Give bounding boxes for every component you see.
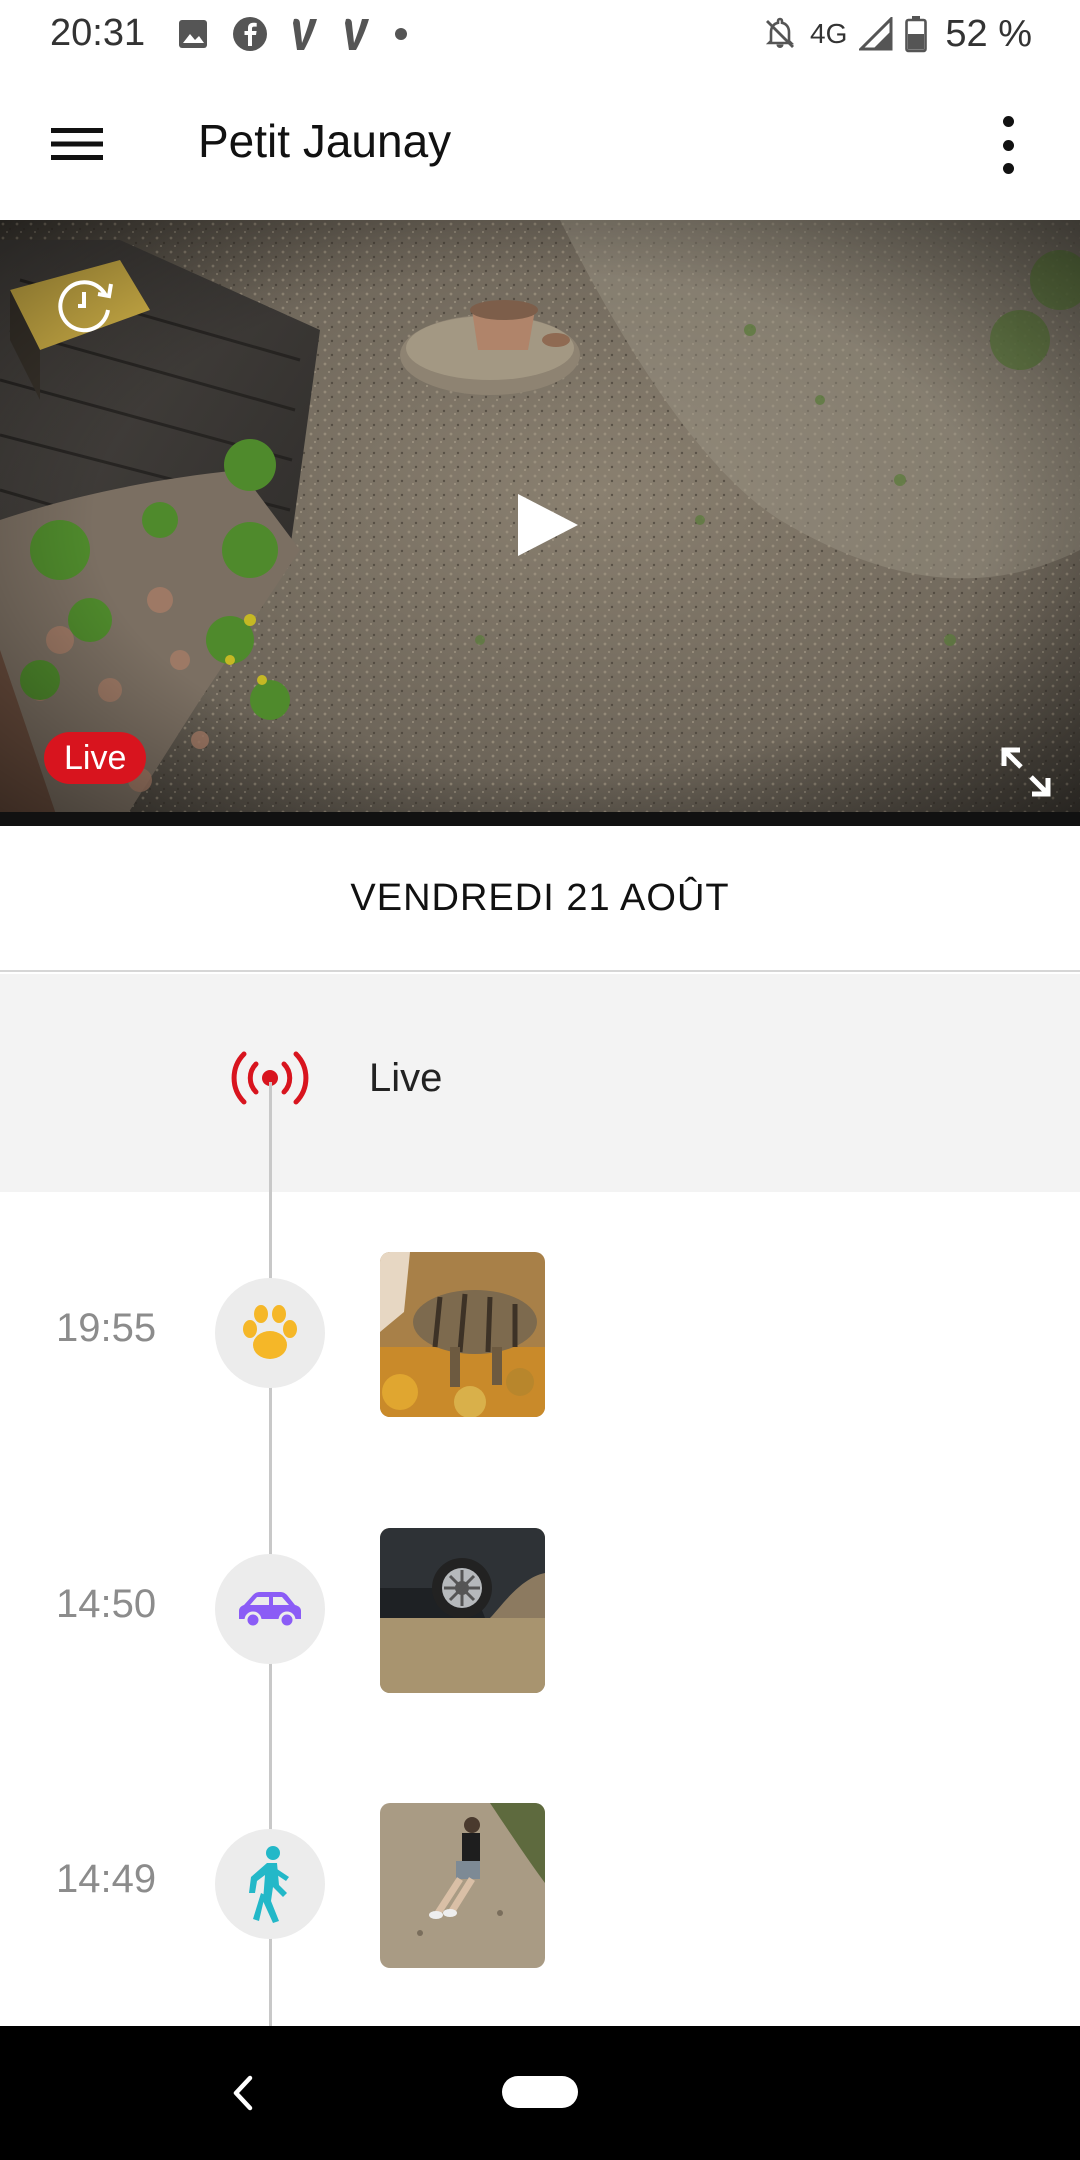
battery-icon: [905, 16, 928, 53]
event-timeline: Live 19:55 14:50 14:49: [0, 974, 1080, 2026]
image-icon: [179, 20, 207, 48]
battery-percent: 52 %: [945, 12, 1032, 55]
date-header: VENDREDI 21 AOÛT: [0, 826, 1080, 972]
camera-live-view[interactable]: Live: [0, 220, 1080, 826]
cat-thumbnail-image: [380, 1252, 545, 1417]
dot-icon: [395, 28, 407, 40]
back-button[interactable]: [222, 2066, 262, 2120]
event-thumbnail[interactable]: [380, 1528, 545, 1693]
status-bar: 20:31 4G 52 %: [0, 0, 1080, 70]
event-type-badge: [215, 1278, 325, 1388]
home-pill-icon[interactable]: [502, 2076, 578, 2108]
menu-button[interactable]: [40, 114, 114, 174]
car-thumbnail-image: [380, 1528, 545, 1693]
event-time: 14:49: [56, 1857, 157, 1901]
timeline-event-animal[interactable]: 19:55: [0, 1248, 1080, 1418]
vinted-icon: [293, 18, 317, 50]
event-thumbnail[interactable]: [380, 1252, 545, 1417]
event-type-badge: [215, 1554, 325, 1664]
timeline-live-label: Live: [369, 1056, 443, 1100]
system-status: 4G 52 %: [762, 10, 1032, 58]
timeline-event-person[interactable]: 14:49: [0, 1799, 1080, 1969]
fullscreen-button[interactable]: [1000, 746, 1052, 798]
play-icon: [518, 494, 578, 556]
person-thumbnail-image: [380, 1803, 545, 1968]
event-time: 19:55: [56, 1306, 157, 1350]
facebook-icon: [233, 17, 267, 51]
car-icon: [239, 1592, 301, 1629]
replay-button[interactable]: [52, 270, 120, 338]
more-options-button[interactable]: [988, 110, 1028, 180]
vinted-icon: [345, 18, 369, 50]
paw-icon: [243, 1305, 297, 1359]
walking-person-icon: [249, 1846, 289, 1923]
fullscreen-icon: [1001, 747, 1051, 797]
timeline-live-row[interactable]: Live: [0, 974, 1080, 1192]
notifications-off-icon: [765, 17, 795, 48]
system-nav-bar: [0, 2026, 1080, 2160]
network-type: 4G: [810, 18, 848, 49]
live-badge: Live: [44, 732, 147, 784]
event-type-badge: [215, 1829, 325, 1939]
app-bar: Petit Jaunay: [0, 70, 1080, 220]
more-vertical-icon: [1002, 116, 1014, 127]
back-chevron-icon: [233, 2075, 253, 2111]
replay-icon: [58, 280, 113, 333]
camera-progress-track: [0, 812, 1080, 826]
hamburger-menu-icon: [51, 128, 103, 160]
notification-icons: [176, 12, 408, 56]
status-time: 20:31: [50, 12, 146, 54]
play-button[interactable]: [512, 490, 582, 560]
event-thumbnail[interactable]: [380, 1803, 545, 1968]
date-label: VENDREDI 21 AOÛT: [350, 876, 730, 919]
signal-icon: [859, 17, 893, 51]
page-title: Petit Jaunay: [198, 115, 452, 167]
event-time: 14:50: [56, 1582, 157, 1626]
timeline-event-vehicle[interactable]: 14:50: [0, 1524, 1080, 1694]
